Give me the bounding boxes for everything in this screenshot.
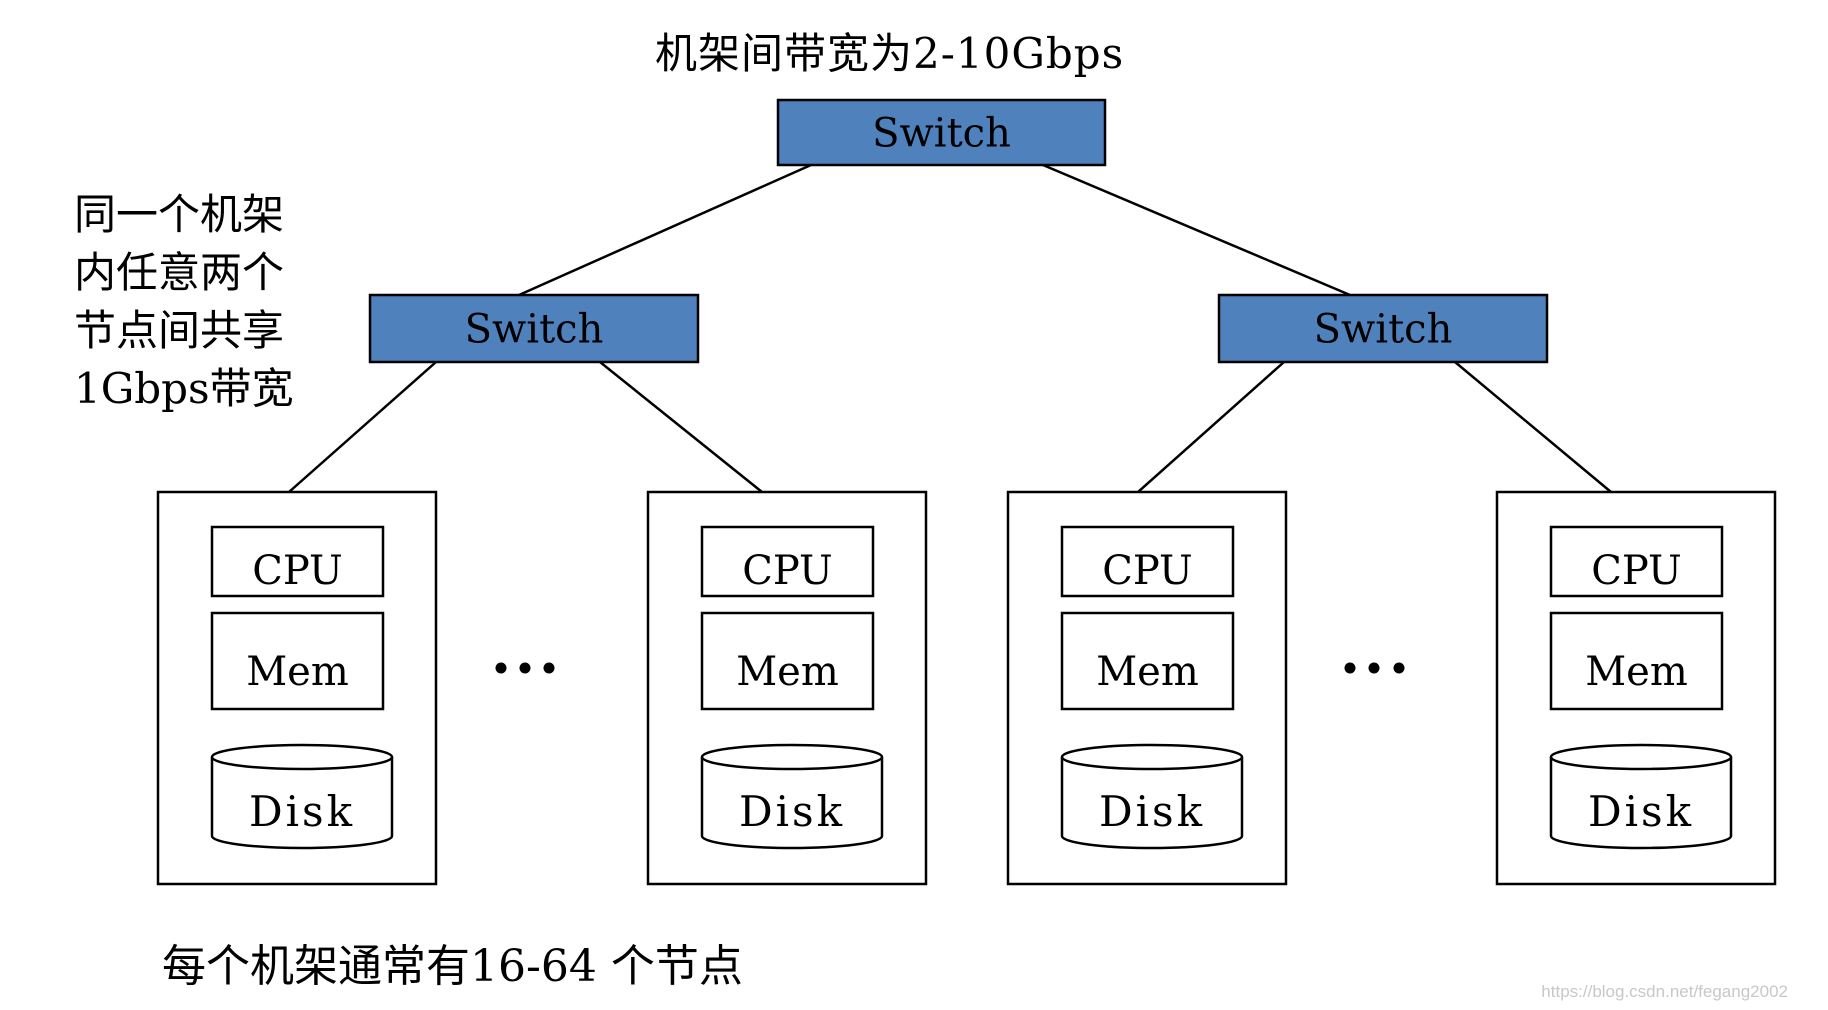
memory-label: Mem [1585, 649, 1688, 695]
disk-top [700, 743, 884, 771]
memory-label: Mem [1096, 649, 1199, 695]
disk-top [210, 743, 394, 771]
ellipsis-dot [1344, 662, 1356, 674]
disk-top [1060, 743, 1244, 771]
disk-label: Disk [249, 787, 355, 836]
ellipsis-dot [1393, 662, 1405, 674]
ellipsis-dot [1368, 662, 1380, 674]
server-node: CPU Mem Disk [646, 490, 928, 886]
switch-label: Switch [1314, 307, 1453, 353]
switch-core: Switch [776, 98, 1107, 167]
disk-label: Disk [1099, 787, 1205, 836]
switches: Switch Switch Switch [368, 98, 1549, 364]
network-topology-diagram: SwitchSwitch Switch CPUMemDiskCPUMemDiskC… [156, 98, 1777, 886]
switch-label: Switch [872, 111, 1011, 157]
disk-label: Disk [1588, 787, 1694, 836]
link-rack-right-to-node-2 [1137, 361, 1285, 493]
memory-label: Mem [736, 649, 839, 695]
watermark: https://blog.csdn.net/fegang2002 [1541, 982, 1788, 1001]
cpu-label: CPU [742, 548, 833, 594]
ellipsis-dot [543, 662, 555, 674]
more-nodes-ellipsis [495, 662, 555, 674]
cpu-label: CPU [1102, 548, 1193, 594]
switch-label: Switch [465, 307, 604, 353]
link-core-to-rack-right [1042, 163, 1351, 297]
nodes-per-rack-note: 每个机架通常有16-64 个节点 [162, 941, 743, 992]
more-nodes-ellipsis [1344, 662, 1405, 674]
memory-label: Mem [246, 649, 349, 695]
server-node: CPU Mem Disk [156, 490, 438, 886]
cpu-label: CPU [1591, 548, 1682, 594]
server-node: CPU Mem Disk [1495, 490, 1777, 886]
link-core-to-rack-left [518, 163, 812, 297]
disk-label: Disk [739, 787, 845, 836]
ellipsis-dot [495, 662, 507, 674]
nodes: CPU Mem Disk CPU Mem Disk CPU Mem Disk CPU Mem Disk [156, 490, 1777, 886]
link-rack-left-to-node-1 [599, 361, 763, 493]
disk-top [1549, 743, 1733, 771]
cpu-label: CPU [252, 548, 343, 594]
server-node: CPU Mem Disk [1006, 490, 1288, 886]
ellipsis-dot [519, 662, 531, 674]
switch-rack-right: Switch [1217, 293, 1549, 364]
switch-rack-left: Switch [368, 293, 700, 364]
link-rack-right-to-node-3 [1454, 361, 1612, 493]
link-rack-left-to-node-0 [288, 361, 437, 493]
